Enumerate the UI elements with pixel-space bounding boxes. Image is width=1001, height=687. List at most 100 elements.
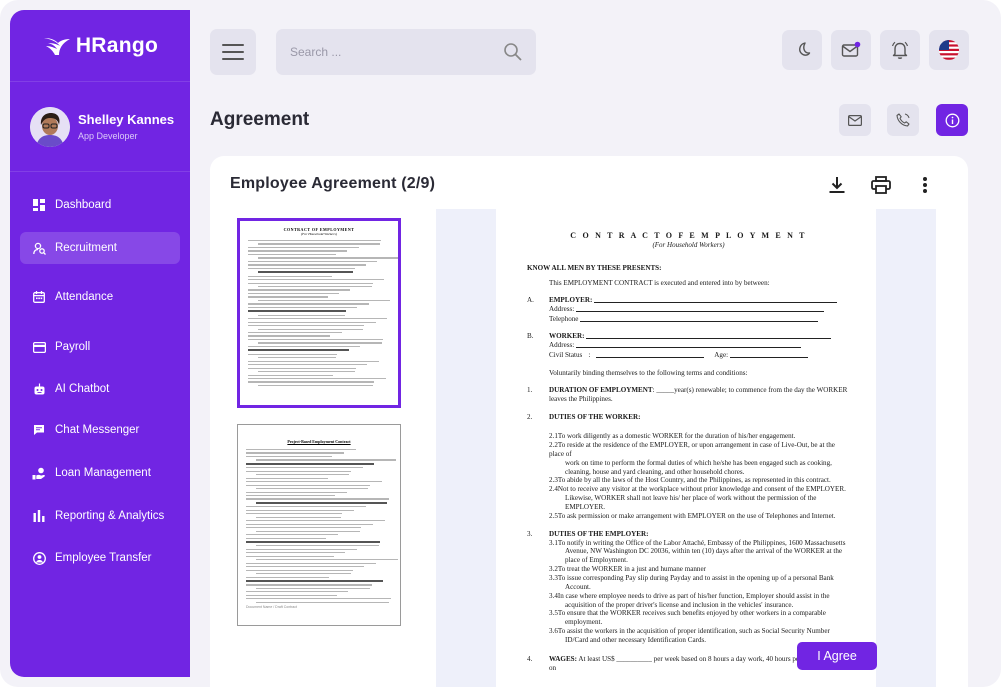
thumbnail-line — [256, 459, 397, 461]
document-clause-line: 3.5To ensure that the WORKER receives su… — [549, 609, 826, 618]
search-input[interactable] — [290, 45, 490, 59]
document-clause-line: place of Employment. — [565, 556, 628, 565]
document-clause-line: 2.2To reside at the residence of the EMP… — [549, 440, 835, 458]
thumbnail-line — [248, 282, 373, 284]
print-button[interactable] — [870, 174, 892, 196]
messages-button[interactable] — [831, 30, 871, 70]
thumbnail-line — [258, 357, 337, 359]
document-title: C O N T R A C T O F E M P L O Y M E N T — [570, 231, 807, 240]
document-clause-line: acquisition of the proper driver's licen… — [565, 600, 794, 609]
thumbnail-title: Project-Based Employment Contract — [287, 439, 351, 444]
call-button[interactable] — [887, 104, 919, 136]
thumbnail-line — [248, 367, 356, 369]
thumbnail-line — [256, 545, 379, 547]
thumbnail-line — [248, 260, 378, 263]
thumbnail-line — [256, 573, 351, 575]
bell-icon — [891, 41, 909, 59]
card-title: Employee Agreement (2/9) — [230, 175, 436, 192]
thumbnail-line — [246, 537, 327, 539]
thumbnail-line — [258, 328, 364, 330]
thumbnail-line — [246, 569, 353, 571]
thumbnail-line — [246, 566, 365, 568]
clause-employer-duties: 3. DUTIES OF THE EMPLOYER: — [527, 529, 649, 538]
sidebar-item-loan-management[interactable]: Loan Management — [20, 457, 180, 489]
thumbnail-line — [256, 516, 341, 518]
download-icon — [829, 177, 845, 193]
email-contact-button[interactable] — [839, 104, 871, 136]
thumbnail-line — [246, 498, 390, 500]
sidebar-item-chat-messenger[interactable]: Chat Messenger — [20, 414, 180, 446]
brand-logo[interactable]: HRango — [10, 10, 190, 82]
sidebar-item-reporting-analytics[interactable]: Reporting & Analytics — [20, 500, 180, 532]
sidebar-item-dashboard[interactable]: Dashboard — [20, 189, 180, 221]
thumbnail-line — [246, 584, 372, 586]
employer-duties-list: 3.1To notify in writing the Office of th… — [527, 539, 850, 645]
user-profile[interactable]: Shelley Kannes App Developer — [10, 82, 190, 172]
thumbnail-line — [246, 484, 371, 486]
sidebar-nav: Dashboard Recruitment Attendance Payroll — [10, 172, 190, 574]
thumbnail-line — [248, 318, 388, 320]
sidebar-item-recruitment[interactable]: Recruitment — [20, 232, 180, 264]
thumbnail-line — [256, 559, 398, 561]
agreement-card: Employee Agreement (2/9) CONTRACT OF EMP… — [210, 156, 968, 687]
language-button[interactable] — [929, 30, 969, 70]
loan-icon — [32, 466, 46, 480]
sidebar-item-label: Attendance — [55, 291, 114, 303]
thumbnail-subtitle: (For Household Workers) — [300, 232, 338, 236]
top-bar — [190, 10, 988, 90]
payroll-icon — [32, 340, 46, 354]
agree-button[interactable]: I Agree — [797, 642, 877, 670]
menu-toggle-button[interactable] — [210, 29, 256, 75]
search-box — [276, 29, 536, 75]
sidebar-item-ai-chatbot[interactable]: AI Chatbot — [20, 373, 180, 405]
thumbnail-line — [258, 243, 381, 245]
thumbnail-line — [256, 530, 360, 532]
info-button[interactable] — [936, 104, 968, 136]
thumbnail-line — [248, 303, 369, 305]
thumbnail-line — [248, 360, 379, 362]
thumbnail-line — [248, 364, 368, 366]
document-clause-line: 2.4Not to receive any visitor at the wor… — [549, 485, 846, 494]
document-clause-line: 2.3To abide by all the laws of the Host … — [549, 476, 831, 485]
thumbnail-line — [246, 591, 349, 593]
mail-notification-icon — [841, 41, 861, 57]
document-viewer[interactable]: C O N T R A C T O F E M P L O Y M E N T … — [436, 209, 936, 687]
printer-icon — [871, 176, 891, 194]
thumbnail-line — [246, 449, 356, 451]
page-thumbnail[interactable]: Project-Based Employment Contract Docume… — [237, 424, 401, 626]
thumbnail-line — [248, 321, 376, 323]
document-clause-line: 2.5To ask permission or make arrangement… — [549, 511, 836, 520]
worker-duties-list: 2.1To work diligently as a domestic WORK… — [527, 432, 850, 521]
sidebar-item-payroll[interactable]: Payroll — [20, 331, 180, 363]
notifications-button[interactable] — [880, 30, 920, 70]
search-icon[interactable] — [503, 42, 523, 62]
page-thumbnail-selected[interactable]: CONTRACT OF EMPLOYMENT (For Household Wo… — [237, 218, 401, 408]
dark-mode-button[interactable] — [782, 30, 822, 70]
thumbnail-footer: Document Name / Draft Contract — [246, 605, 297, 610]
document-text: Voluntarily binding themselves to the fo… — [549, 368, 748, 377]
thumbnail-line — [246, 580, 384, 583]
thumbnail-line — [246, 576, 330, 578]
sidebar-item-employee-transfer[interactable]: Employee Transfer — [20, 542, 180, 574]
sidebar-item-attendance[interactable]: Attendance — [20, 281, 180, 313]
worker-section: B. WORKER: — [527, 332, 850, 341]
more-options-button[interactable] — [914, 174, 936, 196]
phone-icon — [896, 113, 910, 127]
thumbnail-line — [246, 477, 328, 479]
thumbnail-line — [246, 495, 336, 497]
document-clause-line: 3.2To treat the WORKER in a just and hum… — [549, 565, 706, 574]
thumbnail-line — [246, 555, 334, 557]
document-page: C O N T R A C T O F E M P L O Y M E N T … — [496, 209, 876, 687]
clause-worker-duties: 2. DUTIES OF THE WORKER: — [527, 413, 641, 422]
sidebar-item-label: Chat Messenger — [55, 424, 140, 436]
sidebar-item-label: Dashboard — [55, 199, 112, 211]
thumbnail-line — [248, 332, 342, 334]
document-text: This EMPLOYMENT CONTRACT is executed and… — [549, 278, 770, 287]
thumbnail-line — [248, 275, 332, 277]
sidebar-item-label: Loan Management — [55, 467, 151, 479]
info-icon — [945, 113, 959, 127]
thumbnail-line — [248, 349, 349, 352]
download-button[interactable] — [826, 174, 848, 196]
sidebar-item-label: Employee Transfer — [55, 552, 152, 564]
sidebar-item-label: AI Chatbot — [55, 383, 110, 395]
